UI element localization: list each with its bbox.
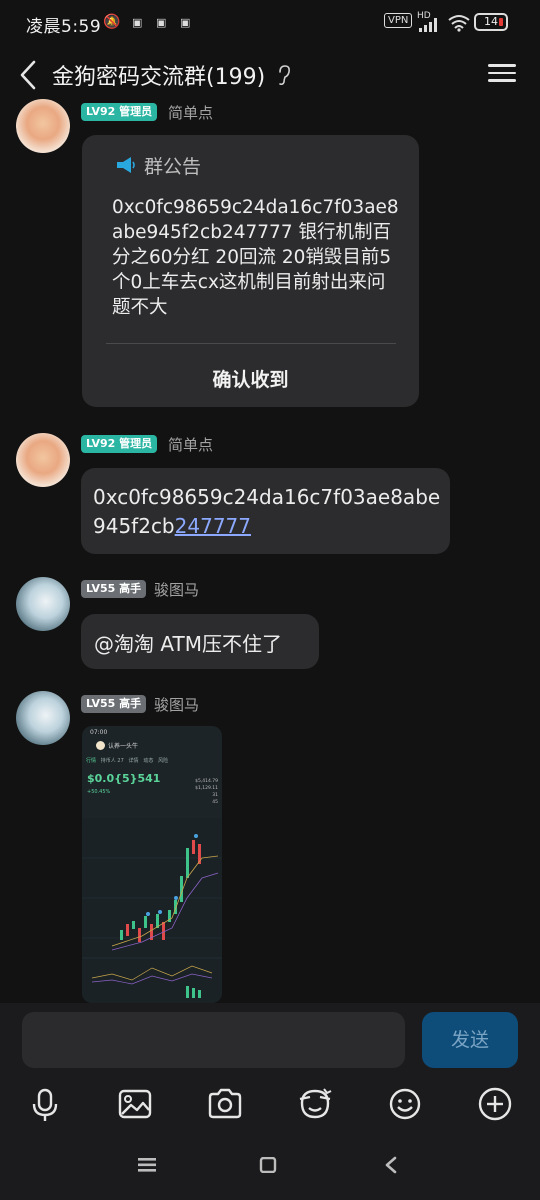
token-avatar	[96, 741, 105, 750]
signal-icon	[419, 18, 437, 32]
sender-nickname[interactable]: 简单点	[168, 102, 213, 123]
confirm-received-button[interactable]: 确认收到	[82, 365, 419, 392]
status-bar: 凌晨5:59 🔕 ▣ ▣ ▣ VPN HD 14	[0, 0, 540, 48]
stat-value: $5,414.79	[195, 779, 218, 784]
back-button[interactable]	[14, 58, 44, 92]
image-status-time: 07:00	[90, 729, 108, 736]
sticker-icon	[299, 1088, 332, 1119]
vpn-icon: VPN	[384, 13, 413, 28]
gallery-button[interactable]	[116, 1085, 154, 1123]
tab-risk: 风险	[158, 758, 169, 764]
token-title: 认养一头牛	[108, 743, 139, 750]
group-notice-card[interactable]: 群公告 0xc0fc98659c24da16c7f03ae8abe945f2cb…	[82, 135, 419, 407]
token-tabs: 行情 持币人 27 详情 动态 风险	[86, 757, 216, 764]
app-notification-icon: ▣	[180, 16, 191, 29]
divider	[106, 343, 396, 344]
send-button[interactable]: 发送	[422, 1012, 518, 1068]
message-bubble[interactable]: 0xc0fc98659c24da16c7f03ae8abe945f2cb2477…	[81, 468, 450, 554]
emoji-icon	[389, 1088, 421, 1120]
message-bubble[interactable]: @淘淘 ATM压不住了	[81, 614, 319, 669]
message-text: 0xc0fc98659c24da16c7f03ae8abe945f2cb2477…	[93, 483, 443, 541]
tab-market: 行情	[86, 758, 97, 764]
plus-icon	[478, 1087, 512, 1121]
message-input[interactable]	[22, 1012, 405, 1068]
sticker-button[interactable]	[296, 1085, 334, 1123]
battery-level: 14	[484, 15, 498, 28]
group-title[interactable]: 金狗密码交流群(199)	[52, 59, 265, 91]
camera-icon	[208, 1088, 242, 1119]
member-level-badge: LV92 管理员	[81, 435, 158, 453]
app-notification-icon: ▣	[132, 16, 143, 29]
message-text-plain: 0xc0fc98659c24da16c7f03ae8abe945f2cb	[93, 485, 441, 538]
more-button[interactable]	[476, 1085, 514, 1123]
avatar[interactable]	[16, 99, 70, 153]
avatar[interactable]	[16, 577, 70, 631]
tab-details: 详情	[128, 758, 139, 764]
chat-header: 金狗密码交流群(199)	[0, 48, 540, 104]
member-level-badge: LV92 管理员	[81, 103, 158, 121]
composer-toolbar	[0, 1079, 540, 1139]
menu-button[interactable]	[488, 60, 516, 88]
back-nav-icon[interactable]	[383, 1156, 399, 1174]
sender-nickname[interactable]: 简单点	[168, 434, 213, 455]
stat-value: $1,129.11	[195, 786, 218, 791]
stat-value: 45	[212, 800, 218, 805]
sender-nickname[interactable]: 骏图马	[154, 579, 199, 600]
member-level-badge: LV55 高手	[81, 580, 147, 598]
candlestick-chart	[82, 818, 222, 1003]
message-text: @淘淘 ATM压不住了	[94, 632, 282, 656]
clock: 凌晨5:59	[26, 17, 102, 37]
composer: 发送	[0, 1003, 540, 1079]
sender-nickname[interactable]: 骏图马	[154, 694, 199, 715]
voice-button[interactable]	[26, 1085, 64, 1123]
avatar[interactable]	[16, 433, 70, 487]
avatar[interactable]	[16, 691, 70, 745]
mute-icon: 🔕	[103, 14, 121, 30]
system-nav-bar	[0, 1139, 540, 1200]
message-phone-link[interactable]: 247777	[175, 514, 251, 538]
member-level-badge: LV55 高手	[81, 695, 147, 713]
microphone-icon	[32, 1088, 58, 1121]
token-change: +50.45%	[87, 789, 111, 795]
notice-title: 群公告	[144, 156, 202, 178]
home-icon[interactable]	[259, 1157, 277, 1173]
tab-activity: 动态	[143, 758, 154, 764]
token-price: $0.0{5}541	[87, 772, 161, 785]
gallery-icon	[118, 1089, 152, 1119]
app-notification-icon: ▣	[156, 16, 167, 29]
battery-icon: 14	[474, 13, 508, 31]
tab-holders: 持币人 27	[100, 758, 124, 764]
notice-body: 0xc0fc98659c24da16c7f03ae8abe945f2cb2477…	[112, 197, 399, 318]
token-stats: $5,414.79 $1,129.11 31 45	[194, 778, 218, 806]
recent-apps-icon[interactable]	[138, 1157, 156, 1173]
emoji-button[interactable]	[386, 1085, 424, 1123]
shared-screenshot-image[interactable]: 07:00 认养一头牛 行情 持币人 27 详情 动态 风险 $0.0{5}54…	[82, 726, 222, 1003]
stat-value: 31	[212, 793, 218, 798]
wifi-icon	[448, 15, 470, 32]
chevron-left-icon	[20, 60, 36, 90]
ear-icon[interactable]	[277, 64, 291, 86]
camera-button[interactable]	[206, 1085, 244, 1123]
megaphone-icon	[117, 157, 135, 173]
